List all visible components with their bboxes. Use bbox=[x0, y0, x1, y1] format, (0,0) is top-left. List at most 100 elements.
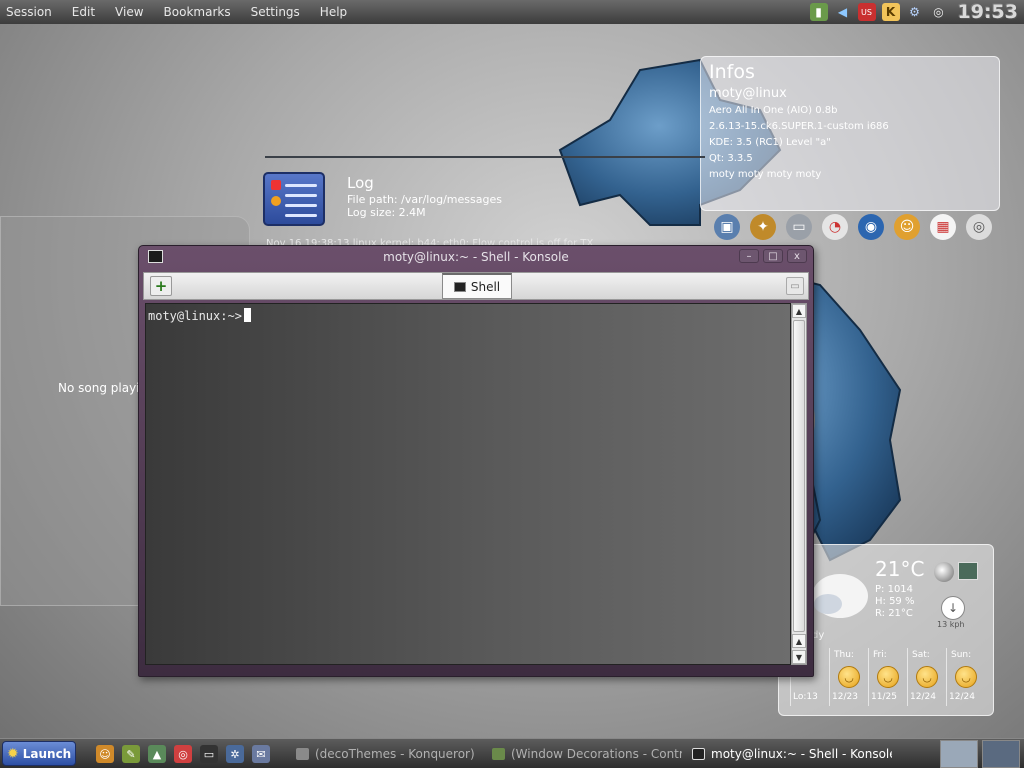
sun-icon: ◡ bbox=[877, 666, 899, 688]
forecast-day-name: Thu: bbox=[834, 650, 854, 660]
log-separator bbox=[265, 156, 705, 158]
forecast-day: Sun: ◡ 12/24 bbox=[946, 648, 985, 706]
text-cursor bbox=[243, 308, 251, 322]
lifebuoy-icon[interactable]: ◎ bbox=[174, 745, 192, 763]
drive-icon[interactable]: ▭ bbox=[786, 214, 812, 240]
calendar-icon[interactable]: ▦ bbox=[930, 214, 956, 240]
forecast-day: Fri: ◡ 11/25 bbox=[868, 648, 907, 706]
weather-temperature: 21°C bbox=[875, 557, 925, 581]
phone-icon[interactable]: ▮ bbox=[809, 3, 828, 21]
weather-pressure: P: 1014 bbox=[875, 584, 914, 595]
infos-line-qt: Qt: 3.3.5 bbox=[709, 153, 753, 164]
menu-view[interactable]: View bbox=[115, 5, 143, 19]
player-status: No song playi bbox=[58, 381, 140, 395]
forecast-day-name: Fri: bbox=[873, 650, 887, 660]
forecast-day-date: 12/23 bbox=[832, 692, 858, 702]
apps-icon[interactable]: ✦ bbox=[750, 214, 776, 240]
forecast-day-date: 12/24 bbox=[910, 692, 936, 702]
cd-icon[interactable]: ◎ bbox=[966, 214, 992, 240]
forecast-day-name: Sun: bbox=[951, 650, 972, 660]
people-icon[interactable]: ☺ bbox=[96, 745, 114, 763]
scroll-up-arrow-icon[interactable]: ▲ bbox=[792, 304, 806, 318]
settings-icon[interactable]: ✲ bbox=[226, 745, 244, 763]
weather-humidity: H: 59 % bbox=[875, 596, 915, 607]
kde-star-icon: ✹ bbox=[7, 745, 19, 762]
konsole-title: moty@linux:~ - Shell - Konsole bbox=[383, 250, 569, 264]
task-window-decorations[interactable]: (Window Decorations - Contr bbox=[492, 744, 682, 764]
clock[interactable]: 19:53 bbox=[958, 1, 1018, 23]
send-icon[interactable]: ◀ bbox=[834, 3, 852, 21]
window-controls: – □ x bbox=[739, 249, 807, 263]
tools-icon[interactable]: ✎ bbox=[122, 745, 140, 763]
task-label: (Window Decorations - Contr bbox=[511, 747, 682, 761]
gauge-icon[interactable]: ◔ bbox=[822, 214, 848, 240]
maximize-button[interactable]: □ bbox=[763, 249, 783, 263]
disc-icon[interactable]: ◎ bbox=[930, 3, 948, 21]
forecast-day-name: Sat: bbox=[912, 650, 930, 660]
log-path: File path: /var/log/messages bbox=[347, 193, 502, 206]
desktop-icon-row: ▣ ✦ ▭ ◔ ◉ ☺ ▦ ◎ bbox=[714, 214, 992, 240]
new-tab-button[interactable]: + bbox=[150, 276, 172, 296]
menu-session[interactable]: Session bbox=[6, 5, 52, 19]
desktop-pager-2[interactable] bbox=[982, 740, 1020, 768]
menu-help[interactable]: Help bbox=[320, 5, 347, 19]
webcam-icon[interactable] bbox=[958, 562, 978, 580]
log-size: Log size: 2.4M bbox=[347, 206, 426, 219]
task-label: moty@linux:~ - Shell - Konsole bbox=[711, 747, 892, 761]
people-icon[interactable]: ☺ bbox=[894, 214, 920, 240]
system-info-widget: Infos moty@linux Aero All In One (AIO) 0… bbox=[700, 56, 1000, 211]
infos-line-kde: KDE: 3.5 (RC1) Level "a" bbox=[709, 137, 831, 148]
log-title: Log bbox=[347, 174, 374, 192]
close-button[interactable]: x bbox=[787, 249, 807, 263]
taskbar: ✹ Launch ☺ ✎ ▲ ◎ ▭ ✲ ✉ (decoThemes - Kon… bbox=[0, 738, 1024, 768]
terminal-scrollbar[interactable]: ▲ ▲ ▼ bbox=[791, 303, 807, 665]
desktop-pager-1[interactable] bbox=[940, 740, 978, 768]
minimize-button[interactable]: – bbox=[739, 249, 759, 263]
mail-icon[interactable]: ✉ bbox=[252, 745, 270, 763]
sun-icon: ◡ bbox=[838, 666, 860, 688]
task-label: (decoThemes - Konqueror) bbox=[315, 747, 475, 761]
us-flag-icon[interactable]: US bbox=[857, 3, 876, 21]
terminal-area[interactable]: moty@linux:~> bbox=[145, 303, 791, 665]
network-icon[interactable]: ⚙ bbox=[906, 3, 924, 21]
k-badge-icon[interactable]: K bbox=[881, 3, 900, 21]
launch-label: Launch bbox=[22, 746, 72, 761]
shell-prompt: moty@linux:~> bbox=[148, 309, 242, 323]
terminal-icon bbox=[692, 748, 705, 760]
menu-bookmarks[interactable]: Bookmarks bbox=[164, 5, 231, 19]
computer-icon[interactable]: ▣ bbox=[714, 214, 740, 240]
task-konsole[interactable]: moty@linux:~ - Shell - Konsole bbox=[692, 744, 892, 764]
chart-icon[interactable]: ▲ bbox=[148, 745, 166, 763]
scroll-down-arrow-icon[interactable]: ▼ bbox=[792, 650, 806, 664]
terminal-icon[interactable] bbox=[148, 250, 163, 263]
infos-line-user: moty moty moty moty bbox=[709, 169, 822, 180]
control-center-icon bbox=[492, 748, 505, 760]
quick-launch: ☺ ✎ ▲ ◎ ▭ ✲ ✉ bbox=[96, 745, 270, 763]
infos-line-kernel: 2.6.13-15.ck6.SUPER.1-custom i686 bbox=[709, 121, 889, 132]
globe-icon[interactable] bbox=[934, 562, 954, 582]
menu-settings[interactable]: Settings bbox=[251, 5, 300, 19]
tab-shell-label: Shell bbox=[470, 279, 501, 294]
log-file-icon[interactable] bbox=[263, 172, 325, 226]
weather-forecast: Lo:13 Thu: ◡ 12/23 Fri: ◡ 11/25 Sat: ◡ 1… bbox=[790, 648, 985, 706]
system-tray: ▮ ◀ US K ⚙ ◎ 19:53 bbox=[809, 0, 1024, 24]
infos-title: Infos bbox=[709, 61, 755, 83]
launch-button[interactable]: ✹ Launch bbox=[2, 741, 76, 766]
task-konqueror[interactable]: (decoThemes - Konqueror) bbox=[296, 744, 480, 764]
close-tab-button[interactable]: ▭ bbox=[786, 277, 804, 295]
scroll-up-arrow-icon[interactable]: ▲ bbox=[792, 634, 806, 648]
sun-icon: ◡ bbox=[955, 666, 977, 688]
monitor-icon[interactable]: ▭ bbox=[200, 745, 218, 763]
forecast-day-date: 12/24 bbox=[949, 692, 975, 702]
konsole-tabbar: + Shell ▭ bbox=[143, 272, 809, 300]
tab-shell[interactable]: Shell bbox=[442, 273, 512, 299]
weather-wind: 13 kph bbox=[937, 620, 965, 629]
infos-user: moty@linux bbox=[709, 86, 787, 101]
forecast-day: Thu: ◡ 12/23 bbox=[829, 648, 868, 706]
menu-edit[interactable]: Edit bbox=[72, 5, 95, 19]
scrollbar-thumb[interactable] bbox=[793, 320, 805, 632]
konsole-titlebar[interactable]: moty@linux:~ - Shell - Konsole – □ x bbox=[139, 246, 813, 268]
wind-compass-icon: ↓ bbox=[941, 596, 965, 620]
infos-line-aio: Aero All In One (AIO) 0.8b bbox=[709, 105, 838, 116]
network-globe-icon[interactable]: ◉ bbox=[858, 214, 884, 240]
